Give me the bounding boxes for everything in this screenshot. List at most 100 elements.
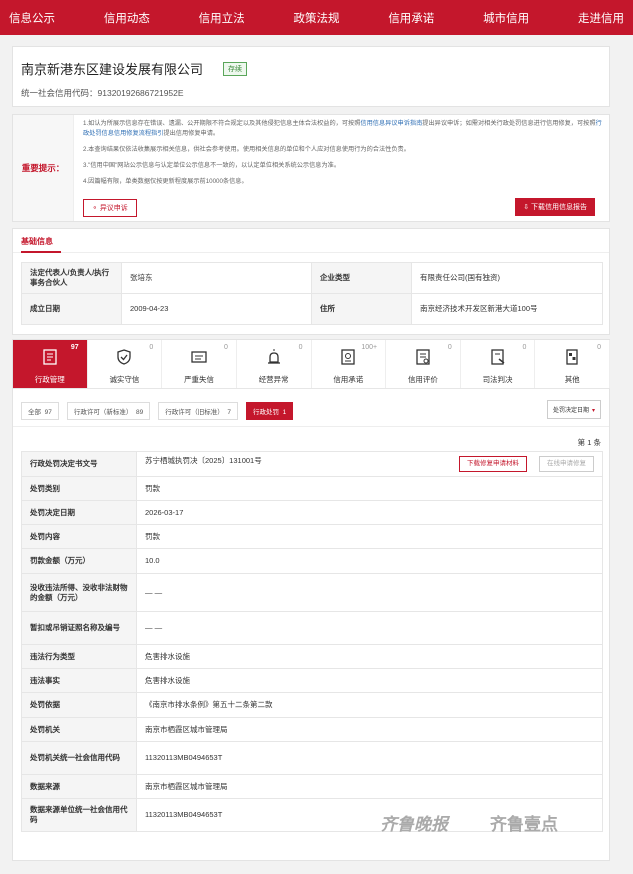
table-row: 成立日期 2009-04-23 住所 南京经济技术开发区新港大道100号: [21, 293, 603, 325]
table-row: 处罚机关 南京市栖霞区城市管理局: [21, 717, 603, 742]
download-report-button[interactable]: ⇩ 下载信用信息报告: [515, 198, 595, 216]
tab-count: 0: [298, 344, 303, 351]
tab-count: 0: [522, 344, 527, 351]
basic-info-table: 法定代表人/负责人/执行事务合伙人 张培东 企业类型 有限责任公司(国有独资) …: [21, 262, 603, 325]
table-row: 违法事实 危害排水设施: [21, 668, 603, 693]
filter-1[interactable]: 行政许可（新标准） 89: [66, 402, 151, 420]
tab-count: 0: [597, 344, 601, 351]
tab-count: 0: [447, 344, 452, 351]
table-row: 法定代表人/负责人/执行事务合伙人 张培东 企业类型 有限责任公司(国有独资): [21, 262, 603, 294]
detail-key: 处罚内容: [21, 524, 137, 549]
tab-count: 0: [149, 344, 154, 351]
tab-1[interactable]: 0 诚实守信: [88, 340, 163, 388]
credit-code: 统一社会信用代码：91320192686721952E: [21, 88, 184, 98]
company-header: 南京新港东区建设发展有限公司 存续 统一社会信用代码：9132019268672…: [12, 46, 610, 107]
section-divider: [13, 251, 609, 253]
detail-value: 南京市栖霞区城市管理局: [136, 717, 603, 742]
detail-key: 行政处罚决定书文号: [21, 451, 137, 477]
detail-key: 处罚决定日期: [21, 500, 137, 525]
detail-key: 暂扣或吊销证照名称及编号: [21, 611, 137, 645]
tab-count: 97: [70, 344, 79, 351]
basic-info-title: 基础信息: [21, 237, 53, 246]
sub-filters: 全部 97 行政许可（新标准） 89 行政许可（旧标准） 7 行政处罚 1: [21, 402, 294, 420]
tab-6[interactable]: 0 司法判决: [461, 340, 536, 388]
divider: [13, 426, 609, 427]
nav-item[interactable]: 信用动态: [104, 10, 150, 26]
objection-guide-link[interactable]: 信用信息异议申诉指南: [360, 120, 422, 127]
tab-0[interactable]: 97 行政管理: [13, 340, 88, 388]
download-repair-material-button[interactable]: 下载修复申请材料: [459, 456, 527, 472]
table-row: 数据来源 南京市栖霞区城市管理局: [21, 774, 603, 799]
tab-count: 0: [223, 344, 228, 351]
records-section: 97 行政管理 0 诚实守信 0 严重失信 0 经营异常 100+ 信用承诺 0 信用评价 0 司法判决 0…: [12, 339, 610, 861]
id-card-icon: [191, 351, 207, 363]
tab-label: 司法判决: [482, 375, 513, 384]
nav-item[interactable]: 信息公示: [9, 10, 55, 26]
detail-key: 违法行为类型: [21, 644, 137, 669]
notice-label: 重要提示：: [13, 115, 74, 221]
filter-3[interactable]: 行政处罚 1: [245, 402, 294, 420]
table-row: 违法行为类型 危害排水设施: [21, 644, 603, 669]
detail-value: 2026-03-17: [136, 500, 603, 525]
table-row: 没收违法所得、没收非法财物的金额（万元） — —: [21, 573, 603, 612]
tab-label: 诚实守信: [109, 375, 140, 384]
watermark-left: 齐鲁晚报: [380, 815, 448, 835]
table-row: 处罚类别 罚款: [21, 476, 603, 501]
detail-value: 《南京市排水条例》第五十二条第二款: [136, 692, 603, 718]
online-repair-button[interactable]: 在线申请修复: [539, 456, 594, 472]
filter-0[interactable]: 全部 97: [21, 402, 59, 420]
detail-key: 数据来源单位统一社会信用代码: [21, 798, 137, 832]
detail-value: — —: [136, 611, 603, 645]
gavel-doc-icon: [490, 349, 505, 365]
notice-line-4: 4.因篇幅有限，单类数据仅按更新程度展示前10000条信息。: [83, 178, 248, 185]
table-row: 处罚决定日期 2026-03-17: [21, 500, 603, 525]
tab-label: 严重失信: [184, 375, 215, 384]
nav-item[interactable]: 城市信用: [483, 10, 529, 26]
tab-4[interactable]: 100+ 信用承诺: [312, 340, 387, 388]
nav-item[interactable]: 政策法规: [293, 10, 339, 26]
detail-key: 处罚依据: [21, 692, 137, 718]
nav-item[interactable]: 信用承诺: [388, 10, 434, 26]
nav-item[interactable]: 信用立法: [199, 10, 245, 26]
detail-value: 10.0: [136, 548, 603, 574]
detail-value: 罚款: [136, 476, 603, 501]
basic-info-section: 基础信息 法定代表人/负责人/执行事务合伙人 张培东 企业类型 有限责任公司(国…: [12, 228, 610, 335]
objection-button[interactable]: ⚬ 异议申诉: [83, 199, 137, 217]
detail-key: 处罚机关: [21, 717, 137, 742]
detail-value: 罚款: [136, 524, 603, 549]
filter-2[interactable]: 行政许可（旧标准） 7: [158, 402, 238, 420]
top-nav: 信息公示 信用动态 信用立法 政策法规 信用承诺 城市信用 走进信用: [0, 0, 633, 35]
record-index: 第 1 条: [577, 438, 601, 447]
detail-key: 没收违法所得、没收非法财物的金额（万元）: [21, 573, 137, 612]
table-row: 暂扣或吊销证照名称及编号 — —: [21, 611, 603, 645]
tab-7[interactable]: 0 其他: [535, 340, 610, 388]
shield-check-icon: [117, 349, 132, 365]
nav-item[interactable]: 走进信用: [578, 10, 624, 26]
sort-select[interactable]: 处罚决定日期 ▾: [546, 400, 601, 419]
penalty-detail-table: 行政处罚决定书文号 苏宁栖城执罚决〔2025〕131001号 下载修复申请材料 在线申…: [21, 451, 603, 832]
table-row: 行政处罚决定书文号 苏宁栖城执罚决〔2025〕131001号 下载修复申请材料 在线申…: [21, 451, 603, 477]
notice-line-2: 2.本查询结果仅依法收集展示相关信息，供社会参考使用。使用相关信息的单位和个人应…: [83, 146, 410, 153]
tab-label: 信用承诺: [333, 375, 364, 384]
tab-3[interactable]: 0 经营异常: [237, 340, 312, 388]
table-row: 处罚内容 罚款: [21, 524, 603, 549]
notice-line-3: 3."信用中国"网站公示信息与认定单位公示信息不一致的，以认定单位相关系统公示信…: [83, 162, 341, 169]
tab-label: 行政管理: [34, 375, 65, 384]
table-row: 处罚依据 《南京市排水条例》第五十二条第二款: [21, 692, 603, 718]
table-row: 处罚机关统一社会信用代码 11320113MB0494653T: [21, 741, 603, 775]
detail-value: 南京市栖霞区城市管理局: [136, 774, 603, 799]
evaluation-doc-icon: [416, 349, 430, 365]
detail-key: 违法事实: [21, 668, 137, 693]
detail-value: 苏宁栖城执罚决〔2025〕131001号 下载修复申请材料 在线申请修复: [136, 451, 603, 477]
chevron-down-icon: ▾: [591, 408, 595, 414]
notice-panel: 重要提示： 1.如认为所展示信息存在错误、遗漏、公开期限不符合规定以及其他侵犯信…: [12, 114, 610, 222]
admin-doc-icon: [43, 349, 57, 365]
tab-5[interactable]: 0 信用评价: [386, 340, 461, 388]
notice-line-1: 1.如认为所展示信息存在错误、遗漏、公开期限不符合规定以及其他侵犯信息主体合法权…: [83, 120, 602, 137]
tab-2[interactable]: 0 严重失信: [162, 340, 237, 388]
detail-key: 罚款金额（万元）: [21, 548, 137, 574]
detail-value: 危害排水设施: [136, 668, 603, 693]
download-icon: ⇩: [523, 204, 531, 211]
user-icon: ⚬: [92, 205, 100, 212]
category-tabs: 97 行政管理 0 诚实守信 0 严重失信 0 经营异常 100+ 信用承诺 0 信用评价 0 司法判决 0…: [13, 340, 610, 389]
